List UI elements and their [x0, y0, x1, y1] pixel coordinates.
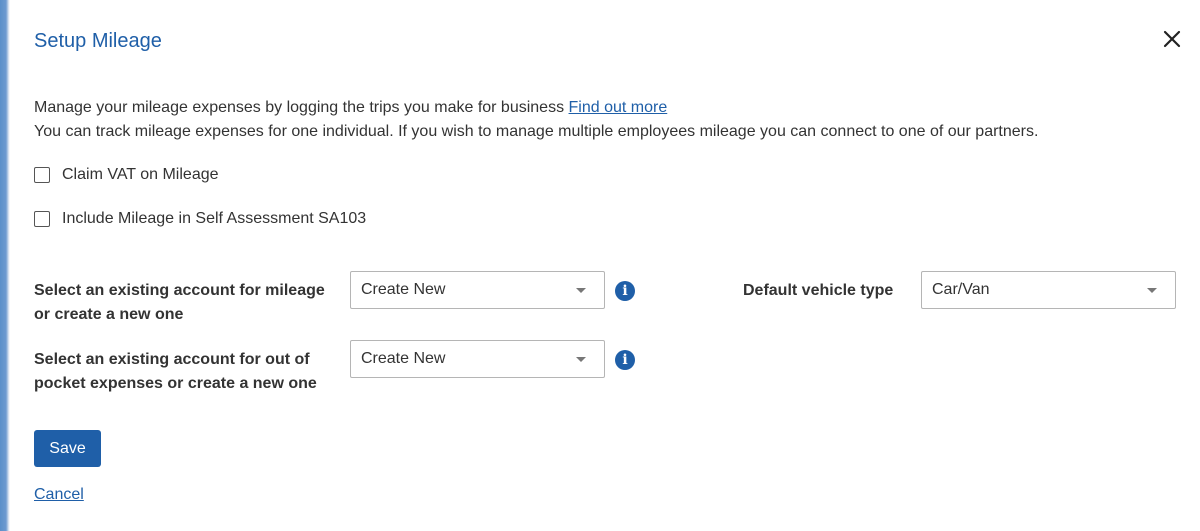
info-icon[interactable]: i — [615, 281, 635, 301]
close-button[interactable] — [1160, 27, 1184, 51]
claim-vat-label: Claim VAT on Mileage — [62, 166, 219, 183]
dialog-title: Setup Mileage — [34, 30, 162, 52]
include-sa103-option[interactable]: Include Mileage in Self Assessment SA103 — [34, 210, 366, 228]
out-of-pocket-account-select[interactable]: Create New — [350, 340, 605, 378]
intro-line-1-text: Manage your mileage expenses by logging … — [34, 99, 569, 116]
chevron-down-icon — [576, 288, 586, 293]
include-sa103-label: Include Mileage in Self Assessment SA103 — [62, 210, 367, 227]
mileage-account-select[interactable]: Create New — [350, 271, 605, 309]
intro-text: Manage your mileage expenses by logging … — [34, 96, 1038, 144]
vehicle-type-value: Car/Van — [932, 281, 990, 298]
close-icon — [1163, 30, 1181, 48]
save-button[interactable]: Save — [34, 430, 101, 467]
vehicle-type-label: Default vehicle type — [743, 282, 894, 299]
out-of-pocket-account-value: Create New — [361, 350, 446, 367]
out-of-pocket-account-label: Select an existing account for out of po… — [34, 351, 317, 392]
claim-vat-checkbox[interactable] — [34, 167, 50, 183]
claim-vat-option[interactable]: Claim VAT on Mileage — [34, 166, 219, 184]
info-icon[interactable]: i — [615, 350, 635, 370]
mileage-account-value: Create New — [361, 281, 446, 298]
setup-mileage-dialog: Setup Mileage Manage your mileage expens… — [0, 0, 1200, 531]
vehicle-type-select[interactable]: Car/Van — [921, 271, 1176, 309]
chevron-down-icon — [1147, 288, 1157, 293]
background-edge — [0, 0, 10, 531]
chevron-down-icon — [576, 357, 586, 362]
intro-line-1: Manage your mileage expenses by logging … — [34, 96, 1038, 120]
find-out-more-link[interactable]: Find out more — [569, 99, 668, 116]
include-sa103-checkbox[interactable] — [34, 211, 50, 227]
mileage-account-label: Select an existing account for mileage o… — [34, 282, 325, 323]
cancel-link[interactable]: Cancel — [34, 486, 84, 504]
intro-line-2: You can track mileage expenses for one i… — [34, 123, 1039, 140]
